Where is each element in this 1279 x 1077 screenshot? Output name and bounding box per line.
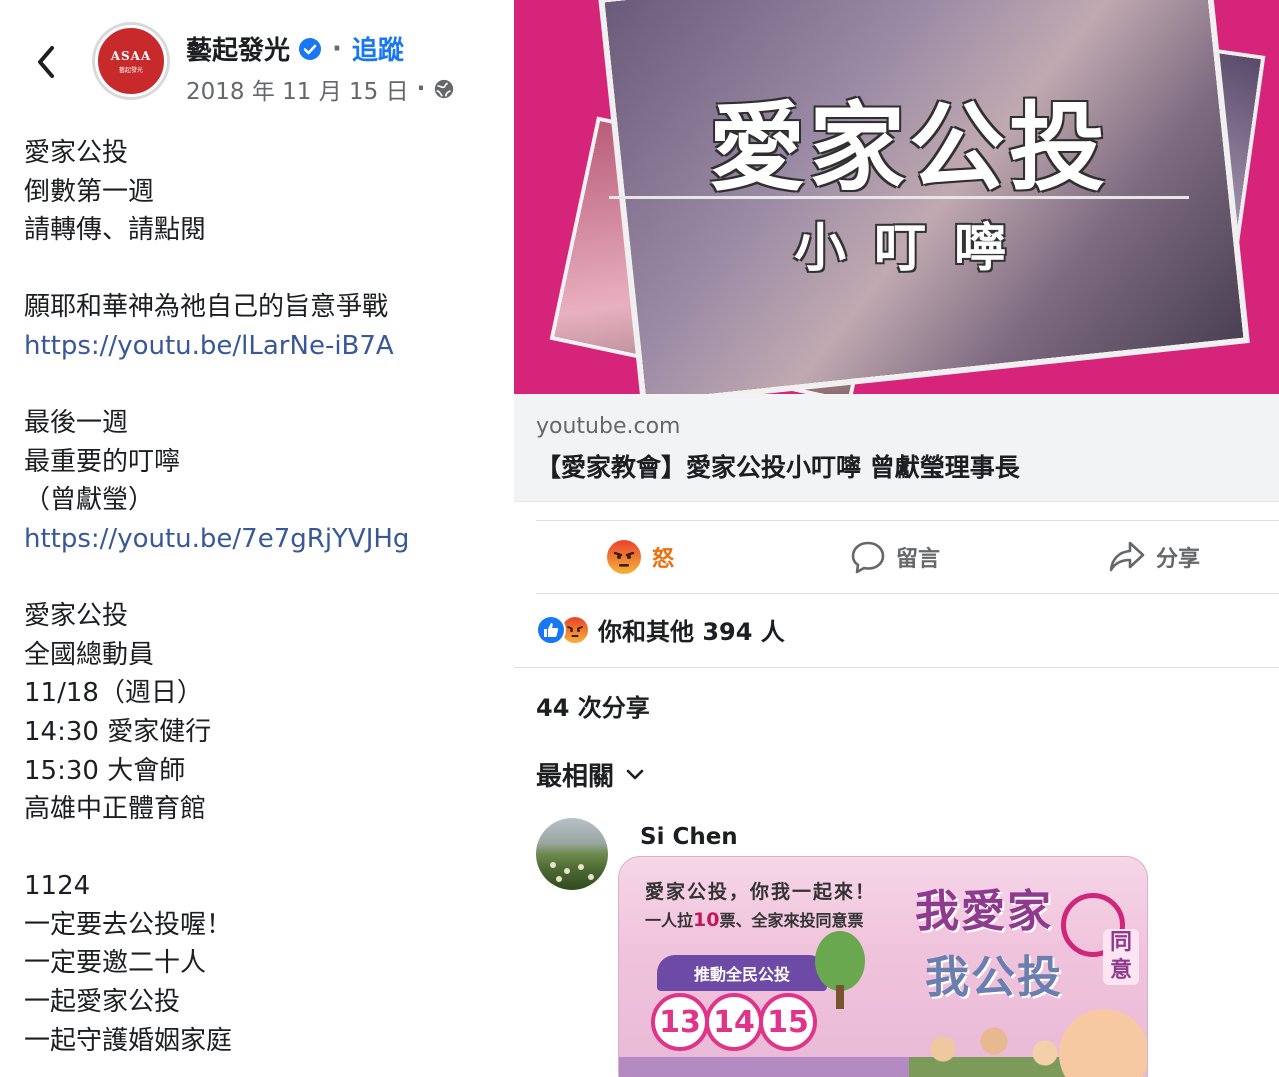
angry-face-icon: [607, 540, 641, 574]
number-circle: 15: [759, 993, 817, 1051]
post-detail-panel: 愛家公投 小叮嚀 youtube.com 【愛家教會】愛家公投小叮嚀 曾獻瑩理事…: [514, 0, 1279, 1077]
comment-label: 留言: [896, 547, 941, 572]
post-line: 15:30 大會師: [24, 755, 186, 786]
post-line: 願耶和華神為祂自己的旨意爭戰: [24, 292, 389, 323]
image-text: 愛家公投，你我一起來！: [645, 881, 877, 903]
number-circle: 13: [651, 993, 709, 1051]
page-logo: ASAA 藝起發光: [95, 25, 167, 97]
post-date[interactable]: 2018 年 11 月 15 日: [186, 72, 409, 106]
avatar-detail: [550, 862, 556, 868]
post-line: 14:30 愛家健行: [24, 716, 212, 747]
back-button[interactable]: [28, 40, 64, 84]
page-name[interactable]: 藝起發光: [186, 30, 290, 67]
chevron-left-icon: [38, 46, 54, 78]
image-text-part: 票、全家來投同意票: [719, 911, 864, 930]
image-text: 一人拉10票、全家來投同意票: [645, 907, 863, 931]
tree-trunk: [836, 985, 844, 1009]
tree-illustration: [815, 931, 865, 991]
divider: [514, 667, 1279, 668]
comment-sort-label: 最相關: [536, 762, 615, 792]
angry-label: 怒: [652, 547, 675, 572]
post-line: 11/18（週日）: [24, 678, 203, 709]
thumbnail-title: 愛家公投: [709, 91, 1109, 204]
image-side-label: 同意: [1103, 929, 1139, 985]
chevron-down-icon: [626, 769, 644, 779]
like-reaction-icon: [536, 614, 566, 645]
logo-text: ASAA: [110, 48, 152, 63]
follow-button[interactable]: 追蹤: [352, 30, 404, 67]
avatar-detail: [564, 868, 570, 874]
post-line: 最重要的叮嚀: [24, 446, 181, 477]
image-text-part: 一人拉: [645, 911, 694, 930]
post-line: 倒數第一週: [24, 176, 155, 207]
link-domain: youtube.com: [536, 414, 681, 439]
post-line: 愛家公投: [24, 138, 129, 168]
verified-badge-icon: [299, 37, 322, 60]
post-panel: ASAA 藝起發光 藝起發光 · 追蹤 2018 年 11 月 15 日 · 愛…: [0, 0, 514, 1077]
post-line: 請轉傳、請點閱: [24, 215, 207, 246]
post-line: 全國總動員: [24, 639, 155, 670]
comment-button[interactable]: 留言: [850, 539, 940, 575]
link-title: 【愛家教會】愛家公投小叮嚀 曾獻瑩理事長: [536, 453, 1020, 482]
post-line: 一起守護婚姻家庭: [24, 1025, 233, 1056]
reaction-count: 你和其他 394 人: [598, 618, 785, 646]
logo-subtext: 藝起發光: [118, 66, 143, 74]
post-meta: 2018 年 11 月 15 日 ·: [186, 72, 455, 106]
post-line: （曾獻瑩）: [24, 485, 155, 516]
action-bar: 怒 留言 分享: [536, 520, 1279, 594]
video-thumbnail[interactable]: 愛家公投 小叮嚀: [514, 0, 1279, 394]
image-ground: [619, 1057, 909, 1077]
thumbnail-subtitle: 小叮嚀: [793, 218, 1034, 279]
image-badge: 推動全民公投: [657, 955, 827, 991]
comment-image[interactable]: 愛家公投，你我一起來！ 一人拉10票、全家來投同意票 推動全民公投 13 14 …: [618, 856, 1148, 1077]
post-line: 高雄中正體育館: [24, 794, 207, 825]
post-line: 一起愛家公投: [24, 987, 181, 1018]
page-avatar[interactable]: ASAA 藝起發光: [92, 22, 170, 100]
avatar-detail: [588, 874, 594, 880]
share-label: 分享: [1156, 547, 1201, 572]
post-line: 一定要邀二十人: [24, 948, 207, 979]
separator-dot: ·: [416, 76, 426, 102]
number-circle: 14: [705, 993, 763, 1051]
image-text-number: 10: [693, 909, 720, 931]
angry-reaction-button[interactable]: 怒: [606, 539, 674, 575]
commenter-avatar[interactable]: [536, 818, 608, 890]
thumbnail-rule: [609, 196, 1189, 199]
post-link[interactable]: https://youtu.be/7e7gRjYVJHg: [24, 520, 504, 559]
share-count[interactable]: 44 次分享: [536, 688, 650, 723]
avatar-detail: [556, 876, 562, 882]
globe-icon: [435, 79, 454, 99]
link-preview[interactable]: youtube.com 【愛家教會】愛家公投小叮嚀 曾獻瑩理事長: [514, 394, 1279, 502]
post-body: 愛家公投 倒數第一週 請轉傳、請點閱 願耶和華神為祂自己的旨意爭戰 https://yo…: [24, 134, 504, 1060]
commenter-name[interactable]: Si Chen: [640, 824, 738, 850]
image-headline: 我愛家: [915, 886, 1053, 937]
page-header-line: 藝起發光 · 追蹤: [186, 30, 404, 67]
image-number-circles: 13 14 15: [651, 993, 817, 1051]
share-arrow-icon: [1109, 541, 1145, 572]
post-line: 最後一週: [24, 408, 129, 439]
separator-dot: ·: [332, 33, 342, 64]
post-line: 一定要去公投喔！: [24, 909, 233, 940]
comment-bubble-icon: [851, 541, 885, 574]
people-illustration: [909, 1017, 1079, 1077]
avatar-detail: [578, 864, 584, 870]
post-line: 1124: [24, 871, 91, 902]
comment-sort-dropdown[interactable]: 最相關: [536, 756, 644, 793]
post-line: 愛家公投: [24, 601, 129, 632]
reaction-summary[interactable]: 你和其他 394 人: [536, 612, 785, 647]
share-button[interactable]: 分享: [1108, 539, 1200, 575]
post-link[interactable]: https://youtu.be/lLarNe-iB7A: [24, 327, 504, 366]
image-headline: 我公投: [925, 952, 1063, 1003]
